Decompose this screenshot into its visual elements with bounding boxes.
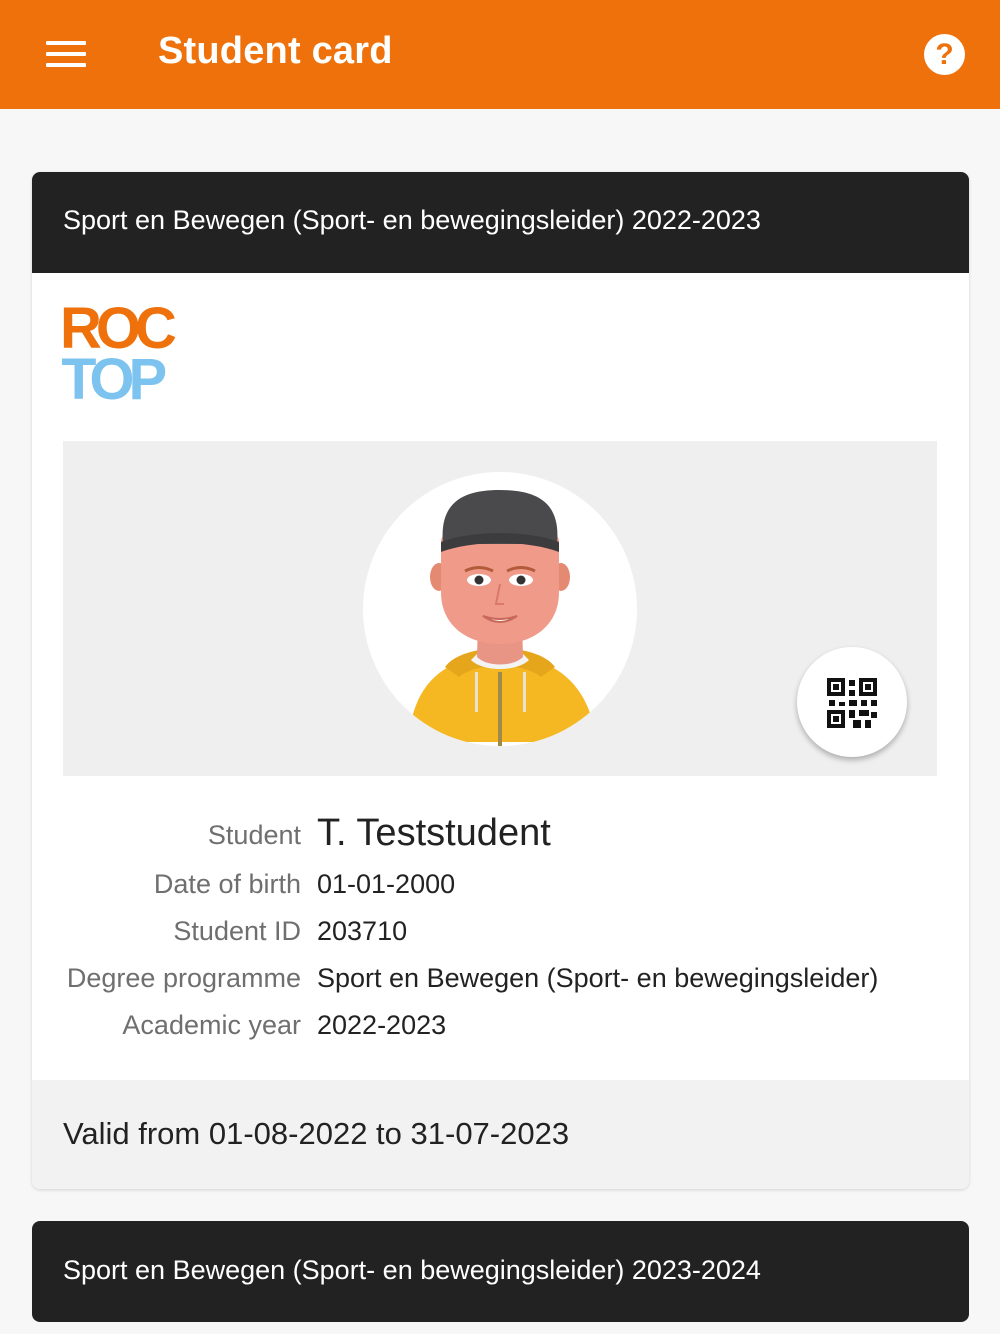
roc-top-logo: ROC TOP [62,300,182,406]
card-header-title: Sport en Bewegen (Sport- en bewegingslei… [63,1255,761,1285]
card-header-title: Sport en Bewegen (Sport- en bewegingslei… [63,205,761,235]
date-of-birth-value: 01-01-2000 [317,869,456,899]
card-header[interactable]: Sport en Bewegen (Sport- en bewegingslei… [32,172,969,273]
student-avatar [363,472,637,746]
student-label: Student [207,820,301,850]
help-icon[interactable]: ? [924,34,965,75]
degree-programme-label: Degree programme [66,963,301,993]
degree-programme-value: Sport en Bewegen (Sport- en bewegingslei… [317,963,879,993]
student-card: Sport en Bewegen (Sport- en bewegingslei… [32,172,969,1189]
qr-code-button[interactable] [797,647,907,757]
page-title: Student card [158,30,393,72]
app-bar: Student card ? [0,0,1000,109]
student-id-value: 203710 [317,916,408,946]
academic-year-value: 2022-2023 [317,1010,447,1040]
svg-text:TOP: TOP [62,347,165,406]
date-of-birth-label: Date of birth [153,869,301,899]
student-name: T. Teststudent [317,812,551,854]
hamburger-menu-icon[interactable] [46,40,86,68]
validity-bar: Valid from 01-08-2022 to 31-07-2023 [32,1080,969,1189]
student-card-2023-2024-header[interactable]: Sport en Bewegen (Sport- en bewegingslei… [32,1221,969,1322]
photo-panel [63,441,937,776]
qr-code-icon [827,678,877,728]
academic-year-label: Academic year [122,1010,301,1040]
student-id-label: Student ID [173,916,301,946]
validity-text: Valid from 01-08-2022 to 31-07-2023 [63,1116,570,1151]
